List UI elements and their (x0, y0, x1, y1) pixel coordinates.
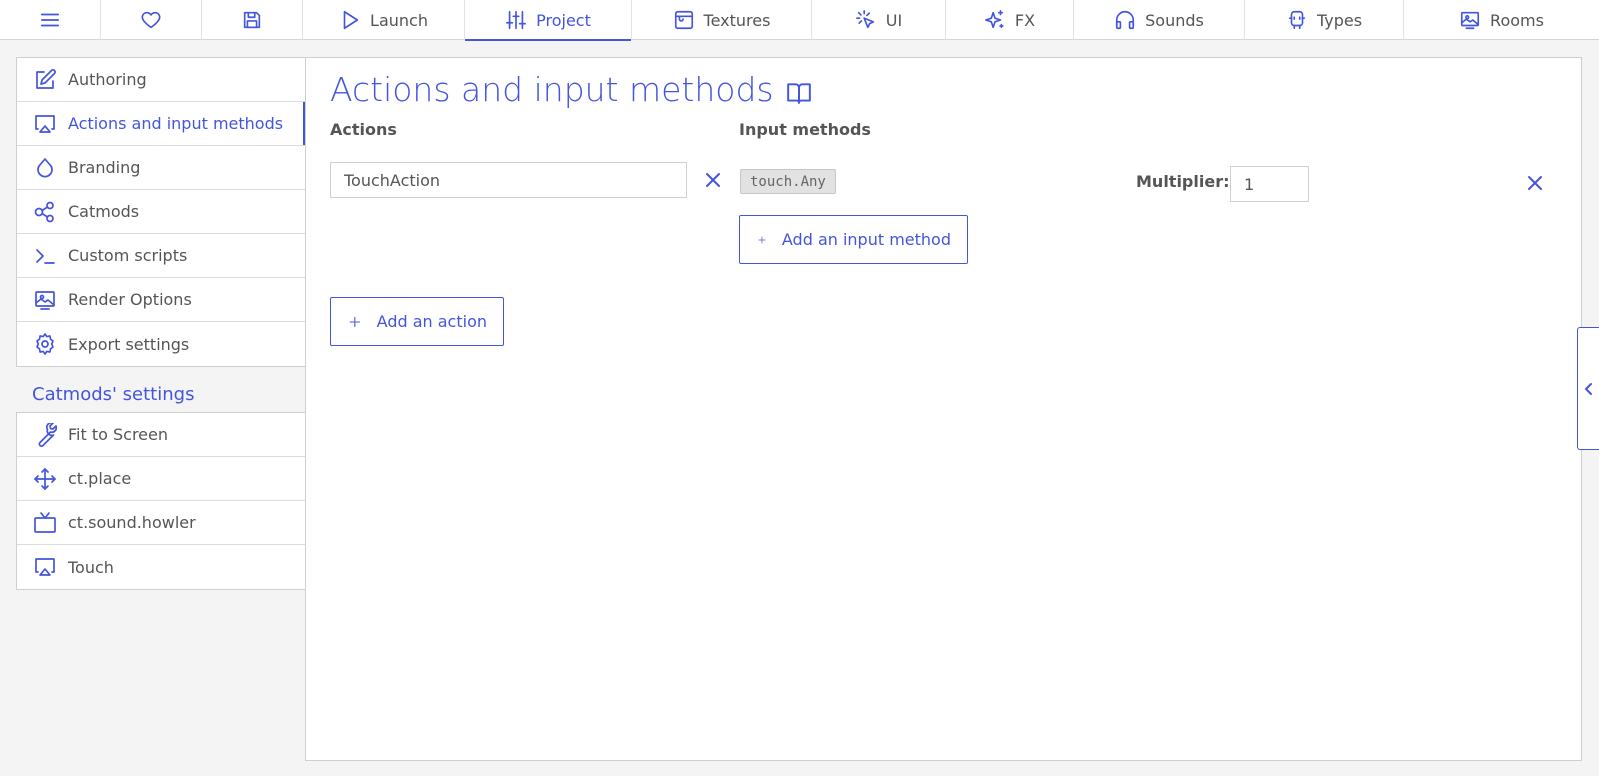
actions-header: Actions (330, 120, 397, 139)
plus-icon (349, 316, 361, 327)
sidebar-item-touch[interactable]: Touch (17, 545, 305, 589)
sidebar-item-label: Branding (68, 158, 141, 177)
tab-sounds[interactable]: Sounds (1074, 0, 1245, 40)
airplay-icon (35, 114, 55, 133)
sidebar-item-export-settings[interactable]: Export settings (17, 322, 305, 366)
input-method-code: touch.Any (740, 169, 836, 194)
sidebar-item-label: Authoring (68, 70, 147, 89)
catmods-settings-heading: Catmods' settings (32, 384, 195, 405)
room-icon (1460, 11, 1480, 30)
tab-types-label: Types (1316, 10, 1363, 30)
move-icon (34, 467, 56, 490)
sidebar-item-ct-sound-howler[interactable]: ct.sound.howler (17, 501, 305, 545)
tab-save[interactable] (202, 0, 303, 40)
tab-fx[interactable]: FX (946, 0, 1074, 40)
tab-ui-label: UI (885, 10, 903, 30)
sidebar-item-label: Actions and input methods (68, 114, 284, 133)
cursor-click-icon (855, 10, 874, 29)
tab-textures[interactable]: Textures (632, 0, 812, 40)
delete-input-method-button[interactable] (1525, 173, 1545, 193)
settings-nav: Authoring Actions and input methods Bran… (16, 57, 305, 367)
top-navigation: Launch Project Textures UI FX Sounds Typ… (0, 0, 1599, 41)
sidebar-item-authoring[interactable]: Authoring (17, 58, 305, 102)
add-input-method-button[interactable]: Add an input method (739, 215, 968, 264)
sidebar-item-label: Render Options (68, 290, 192, 309)
catmods-settings-nav: Fit to Screen ct.place ct.sound.howler T… (16, 412, 305, 590)
type-icon (1288, 10, 1306, 30)
menu-icon (40, 13, 60, 27)
wrench-icon (38, 422, 57, 447)
droplet-icon (37, 157, 53, 177)
edit-icon (36, 68, 56, 89)
sidebar-item-ct-place[interactable]: ct.place (17, 457, 305, 501)
page-title-text: Actions and input methods (330, 70, 774, 109)
action-name-input[interactable] (330, 162, 687, 198)
tab-menu[interactable] (0, 0, 101, 40)
sidebar-item-custom-scripts[interactable]: Custom scripts (17, 234, 305, 278)
tab-types[interactable]: Types (1245, 0, 1404, 40)
sidebar-item-branding[interactable]: Branding (17, 146, 305, 190)
sidebar-item-fit-to-screen[interactable]: Fit to Screen (17, 413, 305, 457)
chevron-left-icon (1584, 382, 1592, 395)
sidebar-item-label: Fit to Screen (68, 425, 168, 444)
airplay-icon (35, 558, 55, 576)
add-action-button[interactable]: Add an action (330, 297, 504, 346)
tab-rooms[interactable]: Rooms (1404, 0, 1599, 40)
tab-textures-label: Textures (703, 10, 771, 30)
save-icon (243, 11, 261, 29)
texture-icon (674, 10, 693, 30)
tab-ui[interactable]: UI (812, 0, 946, 40)
close-icon (706, 173, 720, 187)
add-action-label: Add an action (376, 312, 487, 331)
collapse-panel-handle[interactable] (1577, 327, 1599, 450)
book-icon[interactable] (786, 80, 812, 106)
sidebar-item-label: Custom scripts (68, 246, 188, 265)
input-methods-header: Input methods (739, 120, 871, 139)
multiplier-input[interactable] (1230, 166, 1309, 202)
terminal-icon (36, 248, 55, 264)
plus-icon (758, 235, 766, 244)
image-icon (35, 290, 55, 310)
play-icon (343, 10, 359, 30)
headphones-icon (1116, 11, 1135, 30)
gear-icon (36, 333, 54, 355)
close-icon (1528, 176, 1542, 190)
tab-launch-label: Launch (370, 10, 428, 30)
multiplier-label: Multiplier: (1136, 172, 1230, 191)
tab-project-label: Project (536, 10, 591, 30)
sidebar-item-label: ct.sound.howler (68, 513, 196, 532)
main-panel: Actions and input methods Actions Input … (305, 57, 1582, 761)
tv-icon (34, 511, 56, 533)
delete-action-button[interactable] (703, 170, 723, 190)
sparkles-icon (984, 10, 1004, 29)
sliders-icon (506, 10, 527, 30)
sidebar-item-label: Touch (68, 557, 114, 577)
page-title: Actions and input methods (330, 70, 812, 109)
share-icon (34, 201, 54, 222)
tab-project[interactable]: Project (465, 0, 632, 41)
sidebar-item-label: ct.place (68, 469, 132, 488)
tab-rooms-label: Rooms (1490, 10, 1544, 30)
add-input-method-label: Add an input method (781, 230, 951, 249)
sidebar-item-catmods[interactable]: Catmods (17, 190, 305, 234)
tab-sounds-label: Sounds (1145, 10, 1204, 30)
tab-fx-label: FX (1014, 10, 1036, 30)
sidebar-item-actions[interactable]: Actions and input methods (17, 102, 305, 146)
heart-icon (141, 11, 161, 29)
tab-favorites[interactable] (101, 0, 202, 40)
sidebar-item-label: Catmods (68, 202, 140, 221)
sidebar-item-label: Export settings (68, 334, 190, 354)
sidebar-item-render-options[interactable]: Render Options (17, 278, 305, 322)
tab-launch[interactable]: Launch (303, 0, 465, 40)
